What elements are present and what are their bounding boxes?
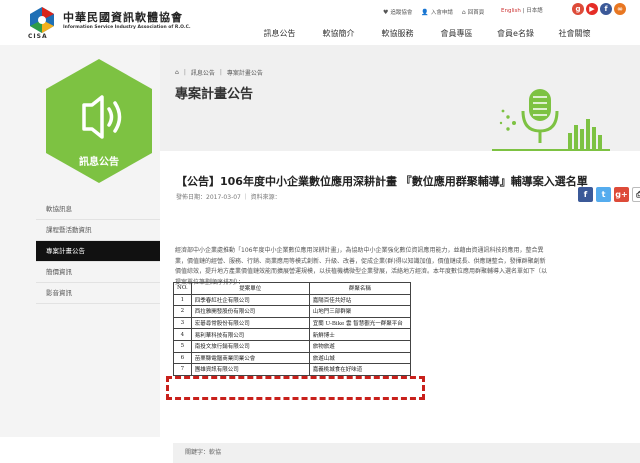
- google-plus-icon[interactable]: g: [572, 3, 584, 15]
- body-line: 業，價值鏈的經營、服務、行銷、商業應用等模式創新、升級、改善，促成企業(群)得以…: [175, 257, 546, 265]
- logo-name-zh: 中華民國資訊軟體協會: [63, 11, 183, 24]
- cell-no: 6: [173, 351, 192, 365]
- breadcrumb-item[interactable]: 訊息公告: [191, 68, 215, 77]
- cell-no: 1: [173, 293, 192, 307]
- section-label: 訊息公告: [79, 157, 119, 168]
- cell-applicant: 團雄資訊有限公司: [190, 363, 310, 376]
- top-links: ♥ 追蹤協會 👤 入會申請 ⌂ 回首頁: [383, 6, 493, 18]
- youtube-icon[interactable]: ▶: [586, 3, 598, 15]
- cell-cluster: 旅物旅遊: [308, 339, 412, 353]
- highlight-box: [166, 376, 425, 400]
- cell-cluster: 宜蘭 U-Bike 雲 智慧觀光一群聚平台: [308, 316, 412, 330]
- cell-applicant: 宏碁尋常股份有限公司: [190, 316, 310, 330]
- page-banner: ⌂ | 訊息公告 | 專案計畫公告 專案計畫公告: [160, 45, 640, 151]
- heart-icon: ♥: [383, 8, 389, 16]
- table-row: 2 西拉雅開發股份有限公司 山地門三部群聚: [173, 305, 412, 318]
- home-link-label: 回首頁: [467, 10, 485, 16]
- table-header-row: NO. 提案單位 群聚名稱: [173, 282, 412, 295]
- sidebar: 訊息公告 軟協訊息 課程暨活動資訊 專案計畫公告 簡價資訊 影音資訊: [0, 45, 160, 437]
- breadcrumb-item[interactable]: 專案計畫公告: [227, 68, 263, 77]
- lang-japanese-link[interactable]: 日本語: [526, 8, 543, 14]
- page-title: 專案計畫公告: [175, 87, 254, 102]
- selection-list-table: NO. 提案單位 群聚名稱 1 四季春紅社企有限公司 嘉陽百佳共好站 2 西拉雅…: [166, 282, 425, 439]
- main-nav: 訊息公告 軟協簡介 軟協服務 會員專區 會員e名錄 社會關懷: [250, 28, 640, 42]
- cell-no: 5: [173, 339, 192, 353]
- home-icon: ⌂: [461, 8, 466, 16]
- cell-applicant: 南投文旅行銷有限公司: [190, 339, 310, 353]
- user-icon: 👤: [421, 8, 429, 16]
- sidebar-item-pricing[interactable]: 簡價資訊: [36, 262, 160, 283]
- site-header: CISA 中華民國資訊軟體協會 Information Service Indu…: [0, 0, 640, 45]
- join-link[interactable]: 👤 入會申請: [421, 8, 453, 17]
- share-buttons: f t g+ ⎙: [575, 187, 640, 202]
- sidebar-item-courses[interactable]: 課程暨活動資訊: [36, 220, 160, 241]
- nav-services[interactable]: 軟協服務: [368, 28, 427, 42]
- nav-member-directory[interactable]: 會員e名錄: [486, 28, 545, 42]
- logo-abbr: CISA: [28, 33, 48, 40]
- lang-english-link[interactable]: English: [501, 8, 521, 14]
- twitter-share-icon[interactable]: t: [596, 187, 611, 202]
- nav-announcements[interactable]: 訊息公告: [250, 28, 309, 42]
- nav-about[interactable]: 軟協簡介: [309, 28, 368, 42]
- cell-no: 3: [173, 316, 192, 330]
- article-meta: 發佈日期：2017-03-07 ｜ 資料來源：: [176, 194, 281, 201]
- section-hexagon: 訊息公告: [44, 57, 154, 185]
- sidebar-item-projects[interactable]: 專案計畫公告: [36, 241, 160, 262]
- cell-cluster: 山地門三部群聚: [308, 305, 412, 318]
- home-link[interactable]: ⌂ 回首頁: [461, 8, 485, 17]
- body-line: 價值綜效，提升地方產業價值鏈效能而擴展營運規模，以扶植機構微型企業發展，活絡地方…: [175, 268, 548, 275]
- table-row: 6 苗栗縣電腦商業同業公會 旅遊山城: [173, 351, 412, 365]
- facebook-icon[interactable]: f: [600, 3, 612, 15]
- table-row: 7 團雄資訊有限公司 嘉義桃城食在好味道: [173, 363, 412, 376]
- tags-bar: 關鍵字：軟協: [173, 443, 640, 463]
- google-plus-share-icon[interactable]: g+: [614, 187, 629, 202]
- site-logo[interactable]: CISA 中華民國資訊軟體協會 Information Service Indu…: [28, 6, 191, 40]
- sidebar-item-news[interactable]: 軟協訊息: [36, 199, 160, 220]
- results-table: NO. 提案單位 群聚名稱 1 四季春紅社企有限公司 嘉陽百佳共好站 2 西拉雅…: [173, 282, 412, 376]
- cell-cluster: 嘉陽百佳共好站: [308, 293, 412, 307]
- nav-social-care[interactable]: 社會關懷: [545, 28, 604, 42]
- col-no: NO.: [173, 282, 192, 295]
- col-cluster: 群聚名稱: [308, 282, 412, 295]
- logo-name-en: Information Service Industry Association…: [63, 25, 191, 30]
- header-social-icons: g ▶ f ∞: [572, 3, 628, 15]
- nav-members[interactable]: 會員專區: [427, 28, 486, 42]
- follow-link-label: 追蹤協會: [390, 10, 413, 16]
- cell-applicant: 苗栗縣電腦商業同業公會: [190, 351, 310, 365]
- link-icon[interactable]: ∞: [614, 3, 626, 15]
- col-applicant: 提案單位: [190, 282, 310, 295]
- print-icon[interactable]: ⎙: [632, 187, 640, 202]
- table-row: 1 四季春紅社企有限公司 嘉陽百佳共好站: [173, 293, 412, 307]
- article-title: 【公告】106年度中小企業數位應用深耕計畫 『數位應用群聚輔導』輔導案入選名單: [176, 175, 588, 188]
- facebook-share-icon[interactable]: f: [578, 187, 593, 202]
- table-row: 3 宏碁尋常股份有限公司 宜蘭 U-Bike 雲 智慧觀光一群聚平台: [173, 316, 412, 330]
- language-switch: English | 日本語: [501, 6, 543, 14]
- cell-applicant: 易利華科技有限公司: [190, 328, 310, 341]
- cell-no: 7: [173, 363, 192, 376]
- follow-link[interactable]: ♥ 追蹤協會: [383, 8, 413, 17]
- main-content: ⌂ | 訊息公告 | 專案計畫公告 專案計畫公告 【公告】106年度中小企業數位…: [160, 45, 640, 463]
- breadcrumb: ⌂ | 訊息公告 | 專案計畫公告: [175, 68, 263, 77]
- tags-label: 關鍵字：: [185, 449, 210, 456]
- body-line: 經濟部中小企業處推動「106年度中小企業數位應用深耕計畫」，為協助中小企業強化數…: [175, 247, 544, 254]
- home-icon[interactable]: ⌂: [175, 69, 179, 76]
- cell-cluster: 旅遊山城: [308, 351, 412, 365]
- cell-applicant: 西拉雅開發股份有限公司: [190, 305, 310, 318]
- tag-link[interactable]: 軟協: [209, 449, 221, 456]
- breadcrumb-separator: |: [183, 69, 186, 76]
- cell-cluster: 新鮮博士: [308, 328, 412, 341]
- cell-no: 2: [173, 305, 192, 318]
- microphone-sound-icon: [492, 89, 610, 151]
- table-row: 5 南投文旅行銷有限公司 旅物旅遊: [173, 339, 412, 353]
- sidebar-item-media[interactable]: 影音資訊: [36, 283, 160, 304]
- sidebar-menu: 軟協訊息 課程暨活動資訊 專案計畫公告 簡價資訊 影音資訊: [36, 199, 160, 304]
- cell-cluster: 嘉義桃城食在好味道: [308, 363, 412, 376]
- cell-applicant: 四季春紅社企有限公司: [190, 293, 310, 307]
- join-link-label: 入會申請: [430, 10, 453, 16]
- breadcrumb-separator: |: [219, 69, 222, 76]
- table-row: 4 易利華科技有限公司 新鮮博士: [173, 328, 412, 341]
- cisa-logo-mark-icon: [30, 7, 54, 33]
- cell-no: 4: [173, 328, 192, 341]
